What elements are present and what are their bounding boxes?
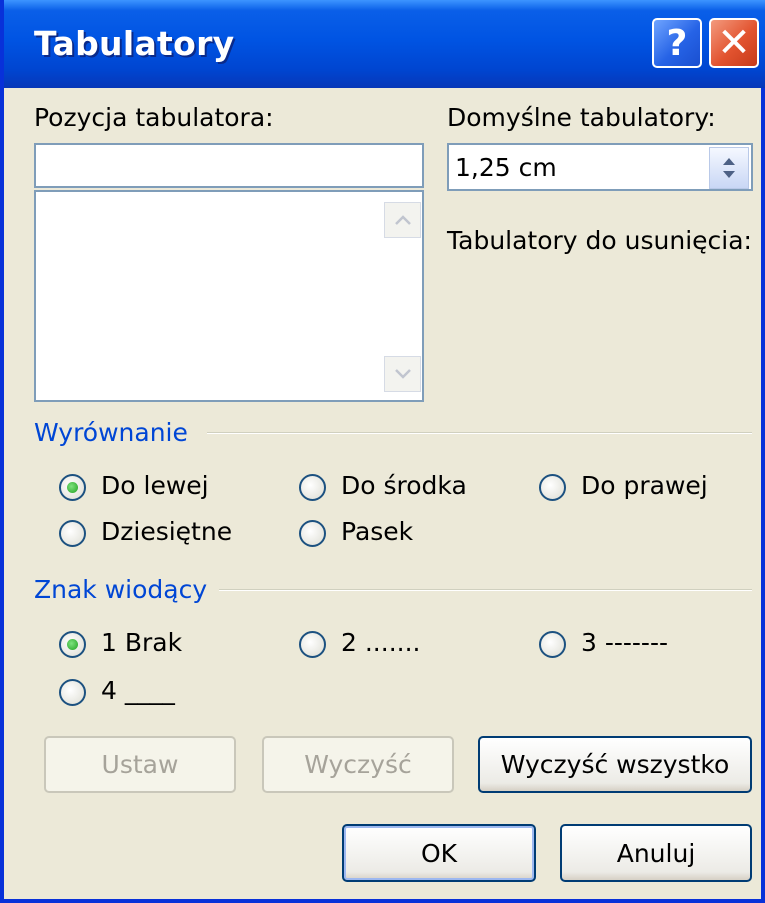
default-tabs-label: Domyślne tabulatory:	[447, 103, 716, 132]
clear-all-button[interactable]: Wyczyść wszystko	[478, 736, 752, 793]
tab-position-label: Pozycja tabulatora:	[34, 103, 274, 132]
spin-arrows-icon	[723, 158, 735, 178]
tab-position-list[interactable]	[34, 190, 424, 402]
radio-dziesietne-label: Dziesiętne	[101, 517, 233, 546]
help-button[interactable]: ?	[652, 18, 702, 68]
radio-pasek[interactable]	[299, 520, 326, 547]
tab-position-input[interactable]	[34, 143, 424, 188]
tabs-to-clear-label: Tabulatory do usunięcia:	[447, 226, 752, 255]
radio-do-prawej[interactable]	[539, 474, 566, 501]
radio-leader-1-label: 1 Brak	[101, 628, 183, 657]
radio-do-srodka[interactable]	[299, 474, 326, 501]
close-icon: ✕	[717, 20, 751, 66]
radio-leader-3-label: 3 -------	[581, 628, 668, 657]
title-bar[interactable]: Tabulatory ? ✕	[4, 0, 765, 88]
radio-do-lewej-label: Do lewej	[101, 471, 209, 500]
chevron-down-icon	[394, 369, 411, 379]
alignment-group-title: Wyrównanie	[34, 418, 188, 447]
radio-do-lewej[interactable]	[59, 474, 86, 501]
radio-leader-4-label: 4 ____	[101, 676, 175, 705]
default-tabs-spinner[interactable]	[709, 147, 749, 189]
radio-dziesietne[interactable]	[59, 520, 86, 547]
radio-leader-2[interactable]	[299, 631, 326, 658]
leader-divider	[219, 589, 752, 591]
default-tabs-value: 1,25 cm	[455, 153, 557, 182]
scroll-down-button[interactable]	[384, 356, 421, 392]
set-button[interactable]: Ustaw	[44, 736, 236, 793]
clear-button[interactable]: Wyczyść	[262, 736, 454, 793]
default-tabs-input[interactable]: 1,25 cm	[447, 143, 753, 191]
leader-group-title: Znak wiodący	[34, 575, 208, 604]
cancel-button[interactable]: Anuluj	[560, 824, 752, 882]
radio-leader-2-label: 2 .......	[341, 628, 421, 657]
radio-leader-3[interactable]	[539, 631, 566, 658]
radio-leader-4[interactable]	[59, 679, 86, 706]
dialog-title: Tabulatory	[34, 24, 235, 63]
radio-pasek-label: Pasek	[341, 517, 414, 546]
scroll-up-button[interactable]	[384, 202, 421, 238]
radio-do-srodka-label: Do środka	[341, 471, 467, 500]
help-icon: ?	[666, 22, 688, 64]
tabs-dialog: Tabulatory ? ✕ Pozycja tabulatora: Domyś…	[0, 0, 765, 903]
radio-leader-1[interactable]	[59, 631, 86, 658]
alignment-divider	[207, 432, 752, 434]
radio-do-prawej-label: Do prawej	[581, 471, 708, 500]
close-button[interactable]: ✕	[709, 18, 759, 68]
ok-button[interactable]: OK	[342, 824, 536, 882]
chevron-up-icon	[394, 215, 411, 225]
